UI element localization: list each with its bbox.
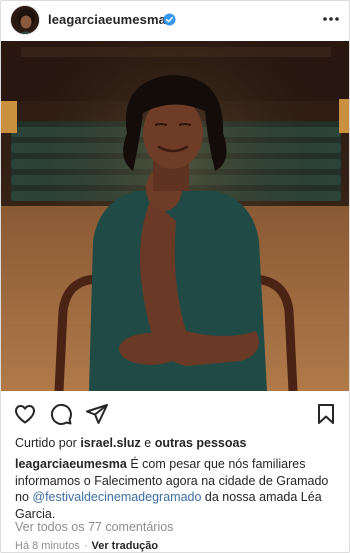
bookmark-icon[interactable] (314, 402, 338, 426)
post-photo[interactable] (1, 41, 349, 391)
likes-joiner: e (144, 436, 152, 450)
meta-separator: · (83, 540, 88, 552)
post-caption: leagarciaeumesma É com pesar que nós fam… (15, 456, 340, 522)
caption-mention-link[interactable]: @festivaldecinemadegramado (32, 490, 201, 504)
liked-by-others[interactable]: outras pessoas (155, 436, 247, 450)
post-timestamp: Há 8 minutos (15, 540, 80, 552)
more-options-button[interactable] (321, 11, 341, 27)
instagram-post: leagarciaeumesma Curtido por israel.sluz… (0, 0, 350, 553)
liked-by-user[interactable]: israel.sluz (80, 436, 140, 450)
see-translation-link[interactable]: Ver tradução (91, 540, 158, 552)
post-meta: Há 8 minutos · Ver tradução (15, 540, 158, 552)
post-username[interactable]: leagarciaeumesma (48, 12, 166, 27)
comment-icon[interactable] (49, 402, 73, 426)
caption-username[interactable]: leagarciaeumesma (15, 457, 127, 471)
post-header: leagarciaeumesma (1, 1, 349, 41)
likes-prefix: Curtido por (15, 436, 77, 450)
post-image (1, 41, 349, 391)
post-actions (1, 399, 349, 429)
verified-badge-icon (163, 13, 176, 26)
view-all-comments-link[interactable]: Ver todos os 77 comentários (15, 520, 173, 534)
heart-icon[interactable] (13, 402, 37, 426)
send-icon[interactable] (85, 402, 109, 426)
likes-summary: Curtido por israel.sluz e outras pessoas (15, 436, 246, 450)
more-horizontal-icon (323, 17, 339, 21)
avatar-image (11, 6, 39, 34)
avatar[interactable] (10, 5, 40, 35)
